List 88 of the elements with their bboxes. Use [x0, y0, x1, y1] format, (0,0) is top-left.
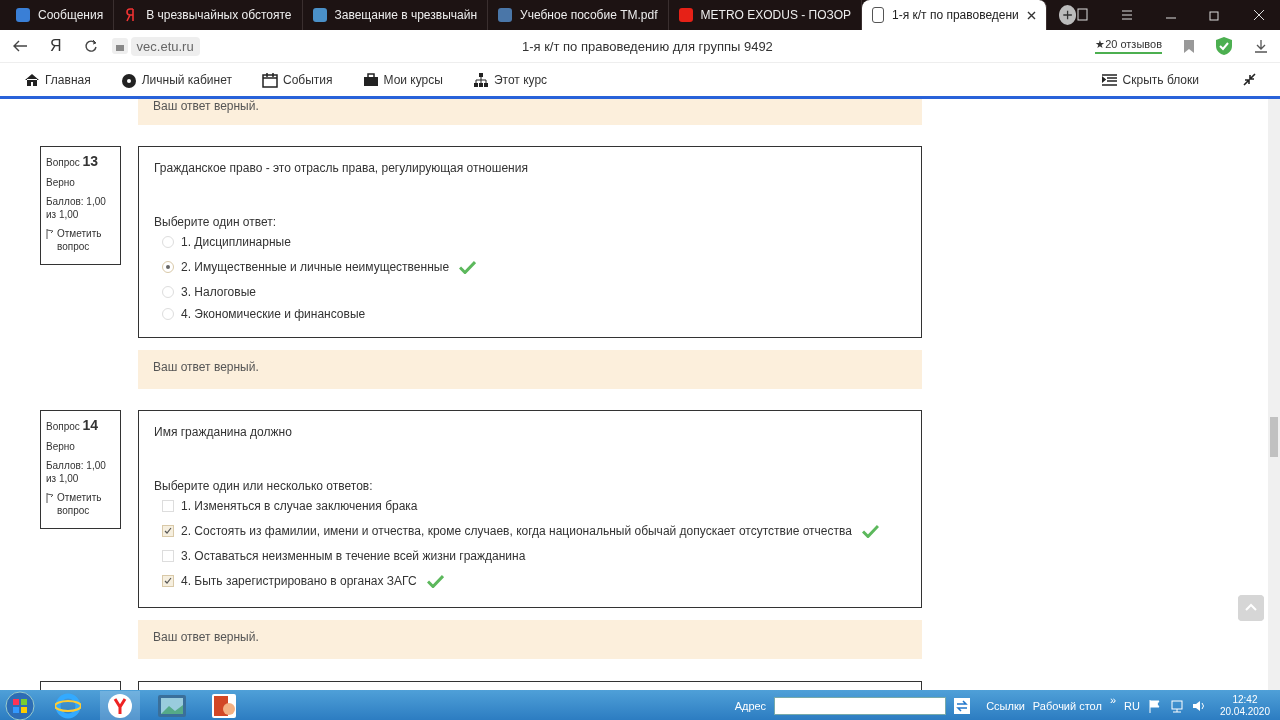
tab-favicon-icon — [498, 8, 513, 22]
question-text: Гражданское право - это отрасль права, регулирующая отношения — [154, 161, 529, 175]
links-toolbar[interactable]: Ссылки — [986, 700, 1025, 712]
tab-favicon-icon — [872, 7, 884, 23]
checkbox[interactable] — [162, 575, 174, 587]
browser-tab[interactable]: METRO EXODUS - ПОЗОР — [668, 0, 862, 30]
hide-blocks-link[interactable]: Скрыть блоки — [1101, 72, 1199, 87]
answer-option: 3. Оставаться неизменным в течение всей жизни гражданина — [181, 549, 526, 563]
feedback-message: Ваш ответ верный. — [138, 350, 922, 389]
radio-button[interactable] — [162, 286, 174, 298]
home-icon — [24, 71, 40, 88]
check-icon — [459, 260, 477, 274]
flag-icon[interactable] — [46, 229, 54, 240]
flag-icon[interactable] — [46, 493, 54, 504]
question-status: Верно — [46, 440, 76, 454]
answer-option: 1. Изменяться в случае заключения брака — [181, 499, 418, 513]
sitemap-icon — [472, 71, 489, 88]
answer-option: 1. Дисциплинарные — [181, 235, 291, 249]
taskbar-clock[interactable]: 12:42 20.04.2020 — [1213, 694, 1276, 718]
answer-option: 2. Имущественные и личные неимущественные — [181, 260, 450, 274]
question-label: Вопрос 14 — [46, 421, 99, 432]
tab-favicon-icon — [16, 8, 30, 22]
flag-icon[interactable] — [1147, 699, 1162, 713]
photo-viewer-icon[interactable] — [158, 695, 186, 717]
check-icon — [426, 574, 444, 588]
collections-icon[interactable] — [1076, 8, 1090, 22]
radio-button[interactable] — [162, 261, 174, 273]
question-text: Имя гражданина должно — [154, 425, 293, 439]
feedback-message: Ваш ответ верный. — [138, 620, 922, 659]
url-field[interactable]: vec.etu.ru — [130, 36, 200, 56]
browser-tab[interactable]: Учебное пособие ТМ.pdf — [488, 0, 669, 30]
radio-button[interactable] — [162, 236, 174, 248]
answer-prompt: Выберите один или несколько ответов: — [154, 479, 374, 493]
radio-button[interactable] — [162, 308, 174, 320]
briefcase-icon — [362, 71, 379, 88]
address-toolbar-label: Адрес — [734, 700, 767, 712]
nav-link[interactable]: События — [261, 71, 333, 88]
feedback-message: Ваш ответ верный. — [138, 99, 922, 125]
restore-icon[interactable] — [1208, 8, 1222, 22]
browser-tab[interactable]: Завещание в чрезвычайн — [302, 0, 489, 30]
flag-question-link[interactable]: Отметить вопрос — [57, 491, 115, 518]
question-grade: Баллов: 1,00 из 1,00 — [46, 459, 107, 486]
shield-icon[interactable] — [1216, 37, 1232, 55]
browser-logo[interactable]: Я — [50, 37, 62, 55]
nav-link[interactable]: Главная — [24, 71, 91, 88]
scrollbar[interactable] — [1268, 99, 1280, 690]
tab-favicon-icon — [312, 8, 327, 22]
browser-tab[interactable]: В чрезвычайных обстояте — [114, 0, 303, 30]
network-icon[interactable] — [1169, 699, 1184, 713]
lock-icon[interactable] — [111, 38, 128, 54]
close-icon[interactable] — [1026, 10, 1036, 20]
question-label: Вопрос 13 — [46, 157, 99, 168]
answer-prompt: Выберите один ответ: — [154, 215, 278, 229]
checkbox[interactable] — [162, 525, 174, 537]
dashboard-icon — [120, 71, 137, 88]
question-grade: Баллов: 1,00 из 1,00 — [46, 195, 107, 222]
go-arrows-icon[interactable] — [954, 698, 971, 714]
nav-link[interactable]: Личный кабинет — [120, 71, 232, 88]
checkbox[interactable] — [162, 550, 174, 562]
speaker-icon[interactable] — [1191, 699, 1206, 713]
check-icon — [861, 524, 879, 538]
question-status: Верно — [46, 176, 76, 190]
back-arrow-icon[interactable] — [12, 39, 28, 53]
calendar-icon — [261, 71, 278, 88]
download-icon[interactable] — [1254, 39, 1268, 53]
page-title: 1-я к/т по правоведению для группы 9492 — [520, 38, 774, 54]
tab-favicon-icon — [678, 8, 693, 22]
new-tab-icon[interactable] — [1058, 5, 1076, 25]
browser-tab[interactable]: Сообщения — [6, 0, 115, 30]
checkbox[interactable] — [162, 500, 174, 512]
collapse-arrows-icon[interactable] — [1243, 73, 1256, 86]
address-input-field[interactable] — [774, 697, 947, 715]
flag-question-link[interactable]: Отметить вопрос — [57, 227, 115, 254]
answer-option: 4. Экономические и финансовые — [181, 307, 366, 321]
answer-option: 3. Налоговые — [181, 285, 256, 299]
list-icon — [1101, 73, 1117, 86]
nav-link[interactable]: Этот курс — [472, 71, 548, 88]
start-button-icon[interactable] — [4, 691, 36, 720]
answer-option: 4. Быть зарегистрировано в органах ЗАГС — [181, 574, 417, 588]
menu-icon[interactable] — [1120, 8, 1134, 22]
browser-tab[interactable]: 1-я к/т по правоведени — [862, 0, 1047, 30]
answer-option: 2. Состоять из фамилии, имени и отчества, кроме случаев, когда национальный обычай допускает отсутствие отчества — [181, 524, 852, 538]
reviews-link[interactable]: ★20 отзывов — [1095, 38, 1162, 54]
reload-icon[interactable] — [83, 39, 98, 53]
nav-link[interactable]: Мои курсы — [362, 71, 443, 88]
language-indicator[interactable]: RU — [1124, 700, 1140, 712]
bookmark-icon[interactable] — [1184, 39, 1194, 53]
desktop-toolbar[interactable]: Рабочий стол — [1032, 700, 1102, 712]
